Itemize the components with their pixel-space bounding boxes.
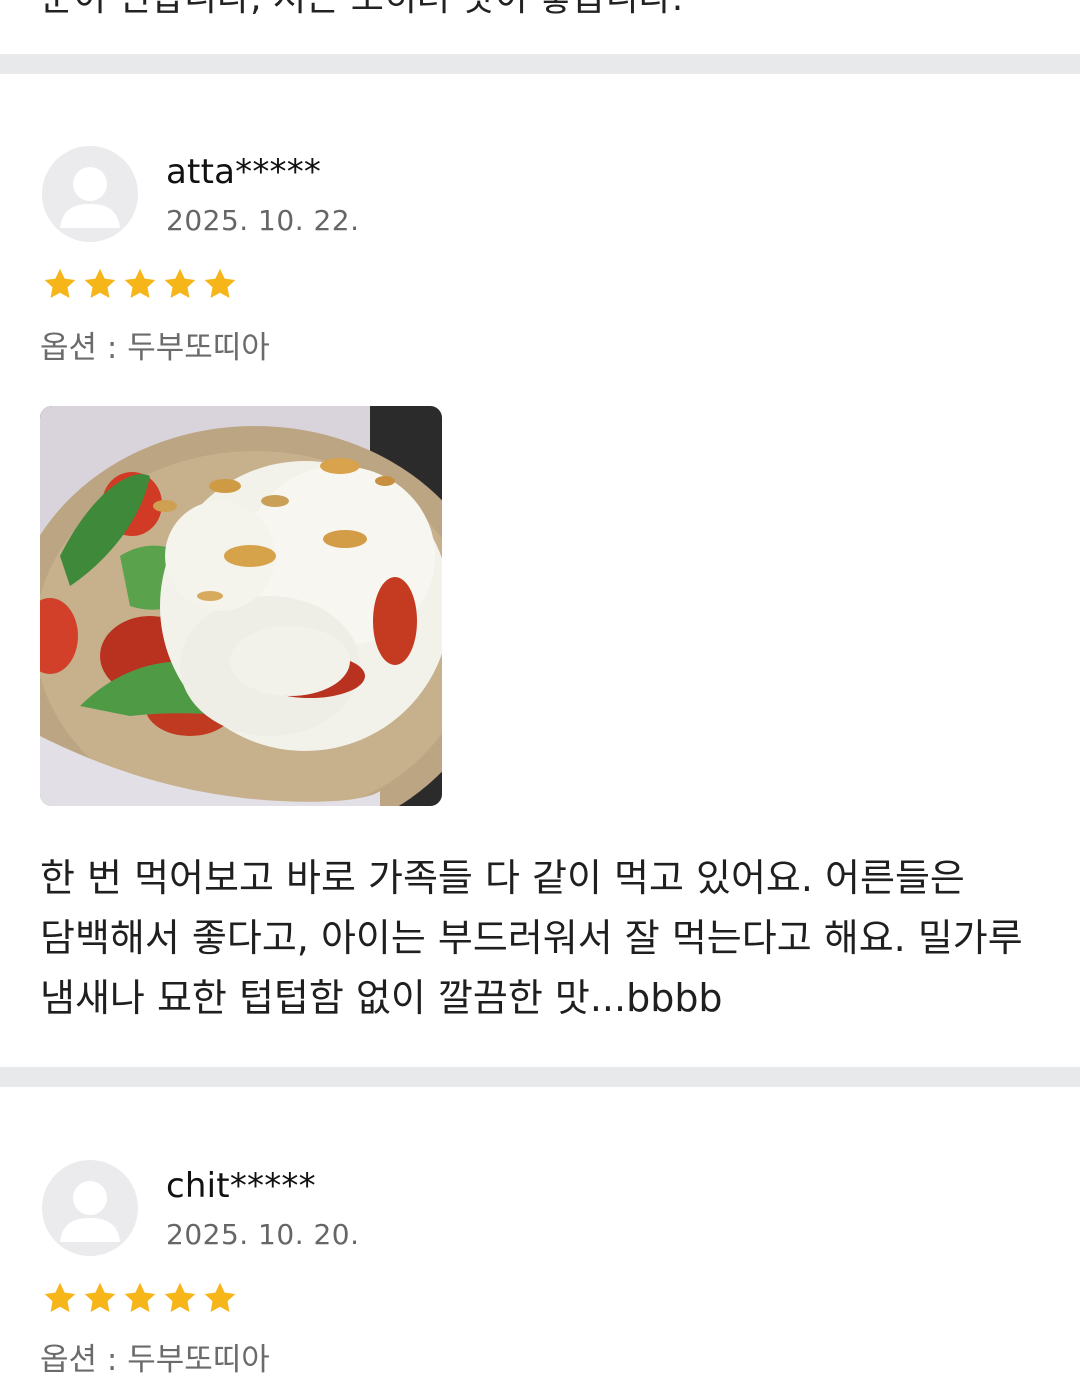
review-date: 2025. 10. 22. [166, 204, 360, 237]
product-option: 옵션 : 두부또띠아 [40, 1342, 270, 1378]
star-filled-icon [84, 268, 116, 298]
reviewer-username: atta***** [166, 152, 322, 192]
review-date: 2025. 10. 20. [166, 1218, 360, 1251]
review-photo[interactable] [40, 406, 442, 806]
avatar-icon [42, 1160, 138, 1256]
avatar-icon [42, 146, 138, 242]
star-filled-icon [204, 1282, 236, 1312]
star-filled-icon [44, 1282, 76, 1312]
star-filled-icon [44, 268, 76, 298]
review-text: 한 번 먹어보고 바로 가족들 다 같이 먹고 있어요. 어른들은 담백해서 좋… [40, 856, 1023, 1020]
star-filled-icon [164, 268, 196, 298]
review-divider [0, 54, 1080, 74]
reviewer-username: chit***** [166, 1166, 316, 1206]
star-filled-icon [124, 268, 156, 298]
star-rating [42, 266, 238, 302]
product-option: 옵션 : 두부또띠아 [40, 330, 270, 366]
star-filled-icon [204, 268, 236, 298]
star-filled-icon [164, 1282, 196, 1312]
star-rating [42, 1280, 238, 1316]
previous-review-text: 분이 편합니다, 저는 오히려 맛이 좋습니다. [40, 0, 1040, 28]
review-divider [0, 1067, 1080, 1087]
star-filled-icon [84, 1282, 116, 1312]
star-filled-icon [124, 1282, 156, 1312]
